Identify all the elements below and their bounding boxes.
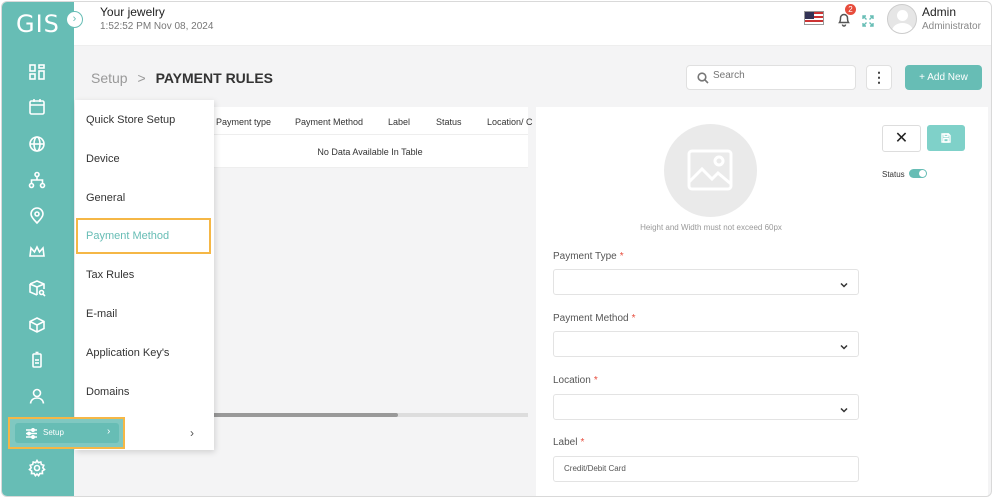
column-header[interactable]: Payment Method	[295, 117, 363, 127]
image-upload[interactable]	[664, 124, 757, 217]
dashboard-icon[interactable]	[28, 63, 46, 81]
status-toggle[interactable]	[909, 169, 927, 178]
menu-item-tax-rules[interactable]: Tax Rules	[75, 257, 214, 293]
image-placeholder-icon	[687, 149, 733, 191]
add-new-button[interactable]: + Add New	[905, 65, 982, 90]
app-logo: GIS	[16, 10, 60, 38]
menu-item-domains[interactable]: Domains	[75, 374, 214, 410]
payment-rules-table: Payment type Payment Method Label Status…	[212, 107, 533, 419]
globe-icon[interactable]	[28, 135, 46, 153]
payment-type-label: Payment Type *	[553, 251, 624, 262]
save-button[interactable]	[927, 125, 965, 151]
menu-item-email[interactable]: E-mail	[75, 296, 214, 332]
user-icon[interactable]	[28, 387, 46, 405]
search-icon	[697, 72, 709, 84]
app-window: GIS › Your jewelry 1:52:52 PM Nov 08, 20…	[1, 1, 992, 497]
menu-item-general[interactable]: General	[75, 180, 214, 216]
page-title: PAYMENT RULES	[155, 70, 274, 86]
empty-table-message: No Data Available In Table	[317, 147, 423, 157]
setup-label: Setup	[43, 428, 64, 437]
setup-item-body[interactable]: Setup ›	[15, 423, 119, 443]
required-mark: *	[619, 251, 624, 262]
close-button[interactable]: ✕	[882, 125, 921, 152]
store-name: Your jewelry	[100, 5, 165, 19]
chevron-down-icon	[840, 401, 848, 413]
calendar-icon[interactable]	[28, 98, 46, 116]
required-mark: *	[580, 437, 585, 448]
label-input[interactable]: Credit/Debit Card	[553, 456, 859, 482]
column-header[interactable]: Label	[388, 117, 410, 127]
scrollbar-thumb[interactable]	[212, 413, 398, 417]
status-label: Status	[882, 170, 905, 179]
crown-icon[interactable]	[28, 243, 46, 261]
menu-item-quick-store-setup[interactable]: Quick Store Setup	[75, 102, 214, 138]
battery-icon[interactable]	[28, 351, 46, 369]
payment-method-label: Payment Method *	[553, 313, 636, 324]
payment-type-select[interactable]	[553, 269, 859, 295]
chevron-down-icon	[840, 338, 848, 350]
required-mark: *	[593, 375, 598, 386]
required-mark: *	[631, 313, 636, 324]
column-header[interactable]: Location/ C	[487, 117, 533, 127]
chevron-right-icon: ›	[107, 426, 111, 437]
notification-badge: 2	[845, 4, 856, 15]
search-box[interactable]	[686, 65, 856, 90]
payment-method-select[interactable]	[553, 331, 859, 357]
sidebar-item-setup[interactable]: Setup ›	[8, 417, 125, 449]
payment-rule-form: Height and Width must not exceed 60px ✕ …	[536, 107, 988, 496]
breadcrumb-separator: >	[137, 70, 146, 86]
column-header[interactable]: Payment type	[216, 117, 271, 127]
search-input[interactable]	[713, 70, 843, 81]
us-flag-icon[interactable]	[804, 11, 824, 25]
label-field-label: Label *	[553, 437, 585, 448]
breadcrumb-setup[interactable]: Setup	[91, 70, 128, 86]
menu-item-application-keys[interactable]: Application Key's	[75, 335, 214, 371]
top-header: Your jewelry 1:52:52 PM Nov 08, 2024 2 A…	[74, 2, 991, 46]
box-search-icon[interactable]	[28, 279, 46, 297]
table-row: No Data Available In Table	[212, 135, 528, 168]
fullscreen-icon[interactable]	[862, 14, 874, 27]
location-label: Location *	[553, 375, 598, 386]
chevron-down-icon	[840, 276, 848, 288]
sidebar-collapse-button[interactable]: ›	[66, 11, 83, 28]
avatar[interactable]	[887, 4, 917, 34]
settings-icon[interactable]	[28, 458, 46, 478]
save-icon	[941, 133, 951, 143]
location-select[interactable]	[553, 394, 859, 420]
store-datetime: 1:52:52 PM Nov 08, 2024	[100, 21, 214, 32]
setup-submenu: Quick Store Setup Device General Payment…	[75, 100, 214, 450]
cube-icon[interactable]	[28, 316, 46, 334]
location-icon[interactable]	[28, 207, 46, 225]
menu-item-device[interactable]: Device	[75, 141, 214, 177]
more-options-button[interactable]: ⋮	[866, 65, 892, 90]
breadcrumb: Setup > PAYMENT RULES	[91, 70, 273, 86]
submenu-chevron-icon[interactable]: ›	[190, 426, 194, 440]
user-role: Administrator	[922, 21, 981, 32]
column-header[interactable]: Status	[436, 117, 462, 127]
user-name: Admin	[922, 5, 957, 19]
image-size-hint: Height and Width must not exceed 60px	[640, 223, 782, 232]
sliders-icon	[26, 428, 37, 439]
table-header: Payment type Payment Method Label Status…	[212, 107, 533, 135]
hierarchy-icon[interactable]	[28, 171, 46, 189]
menu-item-payment-method[interactable]: Payment Method	[76, 218, 211, 254]
